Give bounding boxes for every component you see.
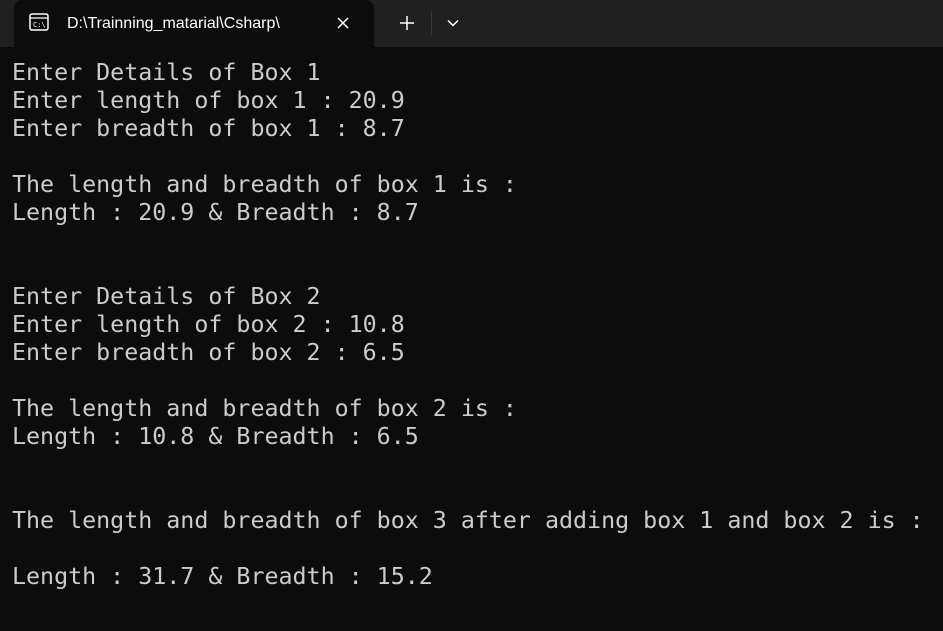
console-line: Enter breadth of box 1 : 8.7 [12, 115, 405, 142]
chevron-down-icon[interactable] [438, 9, 468, 37]
terminal-window: C:\ D:\Trainning_matarial\Csharp\ Enter … [0, 0, 943, 631]
console-line: Length : 31.7 & Breadth : 15.2 [12, 563, 433, 590]
svg-text:C:\: C:\ [33, 21, 46, 29]
plus-icon[interactable] [392, 9, 422, 37]
tab-console[interactable]: C:\ D:\Trainning_matarial\Csharp\ [14, 0, 374, 47]
console-line: The length and breadth of box 2 is : [12, 395, 517, 422]
tab-title: D:\Trainning_matarial\Csharp\ [67, 15, 280, 32]
console-line: Length : 20.9 & Breadth : 8.7 [12, 199, 419, 226]
console-output[interactable]: Enter Details of Box 1 Enter length of bo… [12, 59, 937, 591]
console-line: Enter Details of Box 2 [12, 283, 321, 310]
console-line: Enter length of box 1 : 20.9 [12, 87, 405, 114]
console-line: Length : 10.8 & Breadth : 6.5 [12, 423, 419, 450]
toolbar-divider [431, 11, 432, 35]
console-line: Enter length of box 2 : 10.8 [12, 311, 405, 338]
console-line: Enter Details of Box 1 [12, 59, 321, 86]
console-line: Enter breadth of box 2 : 6.5 [12, 339, 405, 366]
terminal-icon: C:\ [29, 12, 49, 32]
console-line: The length and breadth of box 1 is : [12, 171, 517, 198]
title-bar: C:\ D:\Trainning_matarial\Csharp\ [0, 0, 943, 47]
close-icon[interactable] [332, 12, 354, 34]
console-line: The length and breadth of box 3 after ad… [12, 507, 924, 534]
